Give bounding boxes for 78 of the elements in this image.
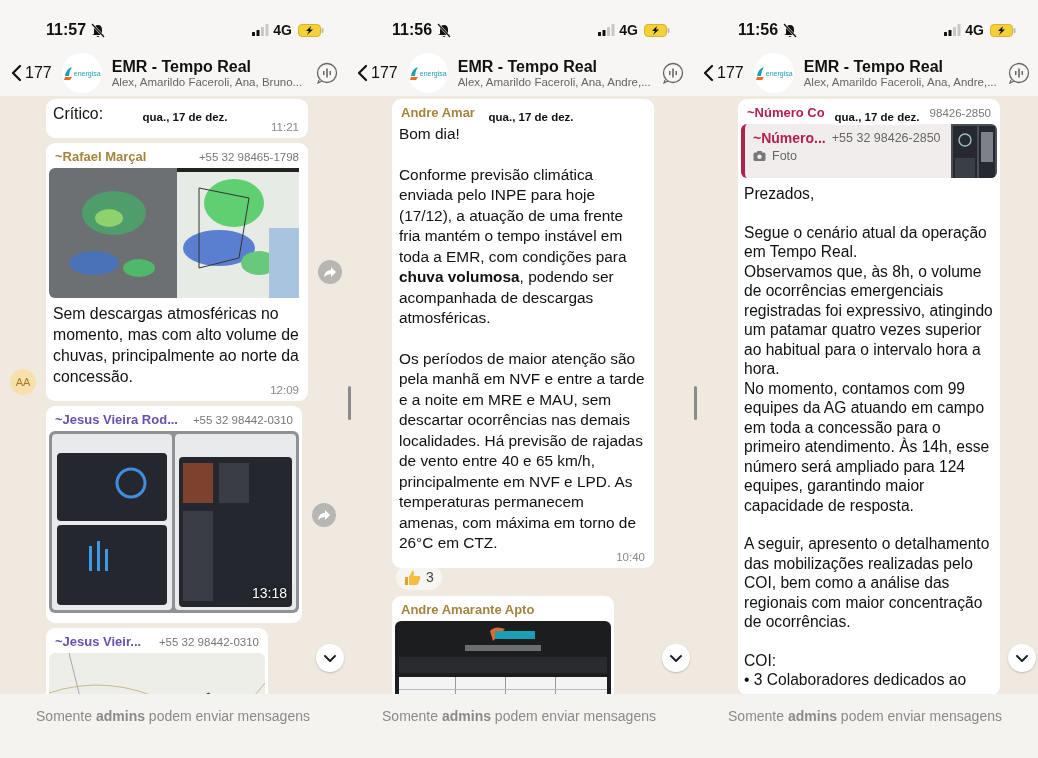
reaction-count: 3 — [426, 569, 434, 585]
message-text: Segue o cenário atual da operação em Tempo Real. Observamos que, às 8h, o volume de ocorrências emergenciais registradas foi expressivo, atingindo um patamar quatro vezes superior ao habitual para o intervalo hora a hora. No momento, contamos com 99 equipes da AG atuando em campo em toda a concessão para o primeiro atendimento. Às 14h, esse número será ampliado para 124 equipes, garantindo maior capacidade de resposta. — [743, 222, 994, 515]
logo-icon — [62, 65, 73, 81]
phone-number: +55 32 98442-0310 — [192, 414, 293, 426]
message-text: COI: • 3 Colaboradores dedicados ao — [743, 650, 968, 690]
phone-number: +55 32 98426-2850 — [831, 131, 941, 145]
message-text: Sem descargas atmosféricas no momento, mas com alto volume de chuvas, principalmente ao norte da concessão. — [52, 304, 300, 386]
bell-slash-icon — [90, 21, 107, 39]
scroll-indicator — [348, 386, 351, 420]
scroll-indicator — [694, 386, 697, 420]
battery-icon — [298, 23, 324, 37]
phone-number: +55 32 98442-0310 — [158, 636, 259, 648]
sender-name[interactable]: ~Jesus Vieir... — [55, 634, 142, 649]
voice-chat-icon — [662, 62, 684, 84]
back-button[interactable]: 177 — [356, 64, 398, 82]
quote-sender: ~Número... — [753, 130, 826, 146]
chat-title[interactable]: EMR - Tempo Real — [457, 58, 662, 76]
message-text: Conforme previsão climática enviada pelo INPE para hoje (17/12), a atuação de uma frente fria mantém o tempo instável em toda a EMR, com condições para chuva volumosa, podendo ser acompanhada de descargas atmosféricas. — [398, 164, 628, 328]
share-arrow-icon — [321, 264, 339, 280]
voice-chat-icon — [1008, 62, 1030, 84]
sender-name[interactable]: Andre Amarante Apto — [401, 601, 535, 617]
battery-icon — [644, 23, 670, 37]
signal-icon — [598, 24, 616, 36]
message-text: A seguir, apresento o detalhamento das mobilizações realizadas pelo COI, bem como a análise das regionais com maior concentração de ocorrências. — [743, 534, 991, 632]
back-icon — [702, 64, 714, 82]
message-text: Prezados, — [743, 184, 816, 204]
chevron-down-icon — [323, 653, 337, 663]
member-list: Alex, Amarildo Faceroli, Ana, Bruno... — [111, 76, 316, 88]
message-time: 13:18 — [251, 585, 287, 601]
message-time: 11:21 — [271, 121, 299, 133]
quoted-message[interactable]: ~Número... +55 32 98426-2850 Foto — [741, 124, 997, 178]
clock-time: 11:56 — [392, 21, 433, 39]
voice-chat-button[interactable] — [1008, 62, 1030, 84]
signal-icon — [944, 24, 962, 36]
back-button[interactable]: 177 — [10, 64, 52, 82]
chevron-down-icon — [1015, 653, 1029, 663]
chevron-down-icon — [669, 653, 683, 663]
phone-number: +55 32 98465-1798 — [198, 151, 299, 163]
logo-icon — [754, 65, 765, 81]
message-time: 12:09 — [270, 384, 299, 396]
message-text: Os períodos de maior atenção são pela manhã em NVF e entre a tarde e a noite em MRE e MAU, sem descartar ocorrências nas demais localidades. Há previsão de rajadas de vento entre 40 e 65 km/h, principalmente em NVF e LPD. As temperaturas permanecem amenas, com máxima em torno de 26°C em CTZ. — [398, 348, 646, 553]
message-text: Bom dia! — [398, 124, 461, 144]
network-label: 4G — [273, 22, 292, 38]
voice-chat-button[interactable] — [662, 62, 684, 84]
voice-chat-icon — [316, 62, 338, 84]
chat-title[interactable]: EMR - Tempo Real — [111, 58, 316, 76]
sender-name[interactable]: ~Número Co — [747, 105, 825, 120]
sender-name[interactable]: ~Rafael Marçal — [55, 149, 147, 164]
back-icon — [10, 64, 22, 82]
voice-chat-button[interactable] — [316, 62, 338, 84]
camera-icon — [753, 150, 766, 162]
scroll-down-button[interactable] — [662, 644, 690, 672]
battery-icon — [990, 23, 1016, 37]
sender-name[interactable]: ~Jesus Vieira Rod... — [55, 412, 178, 427]
clock-time: 11:57 — [46, 21, 87, 39]
clock-time: 11:56 — [738, 21, 779, 39]
member-list: Alex, Amarildo Faceroli, Ana, Andre,... — [457, 76, 662, 88]
message-text: Crítico: — [52, 104, 105, 124]
network-label: 4G — [619, 22, 638, 38]
phone-number: 98426-2850 — [929, 107, 991, 119]
read-only-notice: Somente admins podem enviar mensagens — [728, 708, 1002, 726]
back-button[interactable]: 177 — [702, 64, 744, 82]
signal-icon — [252, 24, 270, 36]
back-icon — [356, 64, 368, 82]
logo-icon — [408, 65, 419, 81]
attachment-label: Foto — [772, 149, 797, 163]
read-only-notice: Somente admins podem enviar mensagens — [382, 708, 656, 726]
scroll-down-button[interactable] — [316, 644, 344, 672]
bell-slash-icon — [782, 21, 799, 39]
network-label: 4G — [965, 22, 984, 38]
sender-name[interactable]: Andre Amar — [401, 105, 475, 120]
message-time: 10:40 — [616, 550, 645, 563]
bell-slash-icon — [436, 21, 453, 39]
thumbs-up-icon — [404, 568, 421, 586]
member-list: Alex, Amarildo Faceroli, Ana, Andre,... — [803, 76, 1008, 88]
chat-title[interactable]: EMR - Tempo Real — [803, 58, 1008, 76]
scroll-down-button[interactable] — [1008, 644, 1036, 672]
read-only-notice: Somente admins podem enviar mensagens — [36, 708, 310, 726]
